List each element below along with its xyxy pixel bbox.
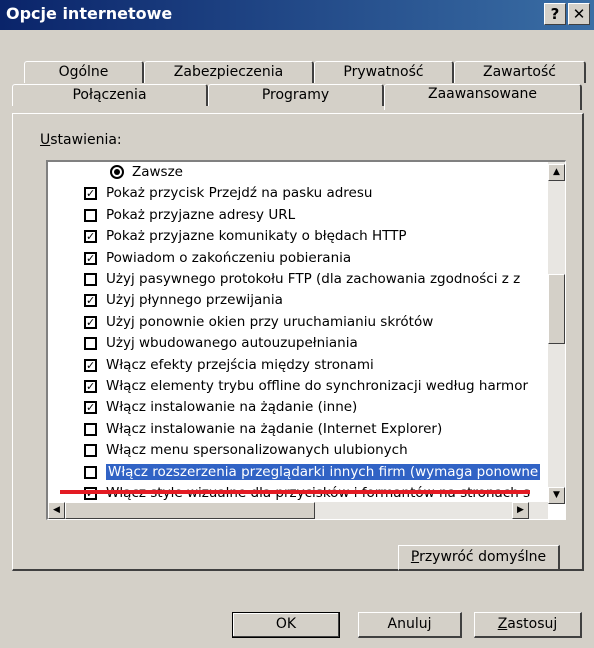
- setting-label-wrap: Włącz instalowanie na żądanie (inne): [106, 396, 357, 418]
- setting-label: Włącz menu spersonalizowanych ulubionych: [106, 442, 408, 459]
- radio-label: Zawsze: [132, 164, 183, 180]
- setting-label: Użyj wbudowanego autouzupełniania: [106, 335, 358, 352]
- setting-label-wrap: Użyj wbudowanego autouzupełniania: [106, 332, 358, 354]
- red-annotation-line: [60, 490, 530, 494]
- setting-item[interactable]: Pokaż przyjazne adresy URL: [48, 204, 538, 226]
- checkbox-checked-icon[interactable]: ✓: [84, 187, 97, 201]
- settings-list[interactable]: Zawsze ✓ Pokaż przycisk Przejdź na pasku a…: [46, 160, 566, 520]
- tab-general[interactable]: Ogólne: [24, 61, 144, 83]
- setting-label: Włącz efekty przejścia między stronami: [106, 356, 374, 373]
- vertical-scrollbar[interactable]: ▲ ▼: [548, 162, 565, 504]
- tab-advanced[interactable]: Zaawansowane: [384, 84, 582, 110]
- radio-option[interactable]: Zawsze: [48, 162, 538, 183]
- checkbox-checked-icon[interactable]: ✓: [84, 380, 97, 393]
- setting-item[interactable]: ✓ Włącz instalowanie na żądanie (inne): [48, 396, 538, 418]
- setting-label-wrap: Włącz rozszerzenia przeglądarki innych f…: [106, 461, 541, 483]
- setting-item[interactable]: ✓ Pokaż przycisk Przejdź na pasku adresu: [48, 182, 538, 204]
- setting-item[interactable]: ✓ Użyj płynnego przewijania: [48, 289, 538, 311]
- horizontal-scrollbar[interactable]: ◀ ▶: [48, 502, 548, 519]
- checkbox-unchecked-icon[interactable]: [84, 273, 97, 286]
- setting-label: Włącz elementy trybu offline do synchron…: [106, 378, 529, 394]
- horizontal-scroll-thumb[interactable]: [65, 502, 315, 519]
- radio-button[interactable]: [110, 165, 124, 179]
- window-title: Opcje internetowe: [6, 4, 173, 23]
- tab-privacy[interactable]: Prywatność: [314, 61, 454, 83]
- setting-item[interactable]: Włącz instalowanie na żądanie (Internet …: [48, 418, 538, 440]
- scroll-left-icon[interactable]: ◀: [48, 502, 65, 519]
- scroll-down-icon[interactable]: ▼: [548, 487, 565, 504]
- settings-label: Ustawienia:: [40, 132, 122, 148]
- setting-label-wrap: Użyj ponownie okien przy uruchamianiu sk…: [106, 311, 433, 333]
- title-bar: Opcje internetowe ? ✕: [0, 0, 594, 30]
- setting-item[interactable]: ✓ Włącz elementy trybu offline do synchro…: [48, 375, 538, 397]
- checkbox-checked-icon[interactable]: ✓: [84, 294, 97, 308]
- setting-label-wrap: Pokaż przyjazne komunikaty o błędach HTT…: [106, 225, 407, 247]
- setting-label-wrap: Powiadom o zakończeniu pobierania: [106, 247, 351, 269]
- help-button[interactable]: ?: [544, 3, 566, 25]
- setting-label: Pokaż przyjazne komunikaty o błędach HTT…: [106, 228, 407, 245]
- setting-label-wrap: Włącz efekty przejścia między stronami: [106, 354, 374, 376]
- setting-item[interactable]: ✓ Powiadom o zakończeniu pobierania: [48, 247, 538, 269]
- tab-connections[interactable]: Połączenia: [12, 84, 208, 106]
- setting-item[interactable]: Użyj pasywnego protokołu FTP (dla zachow…: [48, 268, 538, 290]
- setting-label: Pokaż przyjazne adresy URL: [106, 206, 296, 223]
- cancel-button[interactable]: Anuluj: [358, 612, 462, 638]
- close-button[interactable]: ✕: [568, 3, 590, 25]
- setting-label: Użyj płynnego przewijania: [106, 292, 283, 309]
- scroll-up-icon[interactable]: ▲: [548, 164, 565, 181]
- setting-label-wrap: Użyj płynnego przewijania: [106, 289, 283, 311]
- checkbox-unchecked-icon[interactable]: [84, 422, 97, 436]
- tab-programs[interactable]: Programy: [208, 84, 384, 106]
- checkbox-checked-icon[interactable]: ✓: [84, 401, 97, 415]
- setting-label-wrap: Włącz elementy trybu offline do synchron…: [106, 375, 528, 397]
- settings-label-text: stawienia:: [50, 132, 122, 148]
- setting-label: Użyj ponownie okien przy uruchamianiu sk…: [106, 313, 434, 330]
- checkbox-checked-icon[interactable]: ✓: [84, 230, 97, 244]
- tab-security[interactable]: Zabezpieczenia: [144, 61, 314, 83]
- setting-label-wrap: Włącz menu spersonalizowanych ulubionych: [106, 439, 408, 461]
- checkbox-checked-icon[interactable]: ✓: [84, 358, 97, 372]
- setting-label-wrap: Pokaż przycisk Przejdź na pasku adresu: [106, 182, 372, 204]
- setting-label: Pokaż przycisk Przejdź na pasku adresu: [106, 185, 373, 202]
- setting-label-wrap: Pokaż przyjazne adresy URL: [106, 204, 295, 226]
- ok-button[interactable]: OK: [232, 612, 340, 638]
- checkbox-checked-icon[interactable]: ✓: [84, 315, 97, 329]
- setting-label: Powiadom o zakończeniu pobierania: [106, 249, 352, 266]
- scroll-right-icon[interactable]: ▶: [512, 502, 529, 519]
- setting-item[interactable]: ✓ Włącz efekty przejścia między stronami: [48, 354, 538, 376]
- setting-item[interactable]: Włącz rozszerzenia przeglądarki innych f…: [48, 461, 541, 483]
- checkbox-unchecked-icon[interactable]: [84, 444, 97, 458]
- restore-defaults-button[interactable]: Przywróć domyślne: [398, 545, 560, 571]
- vertical-scroll-thumb[interactable]: [548, 274, 565, 344]
- checkbox-unchecked-icon[interactable]: [84, 465, 97, 479]
- setting-item[interactable]: Włącz menu spersonalizowanych ulubionych: [48, 439, 538, 461]
- tab-content[interactable]: Zawartość: [454, 61, 586, 83]
- setting-label: Włącz rozszerzenia przeglądarki innych f…: [106, 463, 541, 480]
- checkbox-unchecked-icon[interactable]: [84, 337, 97, 351]
- checkbox-unchecked-icon[interactable]: [84, 208, 97, 222]
- checkbox-checked-icon[interactable]: ✓: [84, 251, 97, 265]
- setting-label-wrap: Włącz instalowanie na żądanie (Internet …: [106, 418, 442, 440]
- setting-label: Włącz instalowanie na żądanie (inne): [106, 399, 358, 416]
- setting-item[interactable]: ✓ Użyj ponownie okien przy uruchamianiu s…: [48, 311, 538, 333]
- setting-label-wrap: Użyj pasywnego protokołu FTP (dla zachow…: [106, 268, 520, 290]
- setting-item[interactable]: ✓ Pokaż przyjazne komunikaty o błędach HT…: [48, 225, 538, 247]
- setting-label: Użyj pasywnego protokołu FTP (dla zachow…: [106, 271, 521, 287]
- setting-item[interactable]: Użyj wbudowanego autouzupełniania: [48, 332, 538, 354]
- setting-label: Włącz instalowanie na żądanie (Internet …: [106, 420, 443, 437]
- apply-button[interactable]: Zastosuj: [474, 612, 582, 638]
